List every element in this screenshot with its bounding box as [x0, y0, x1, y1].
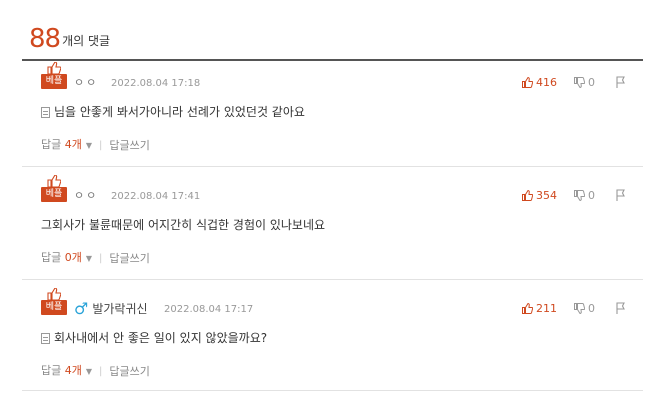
- reply-toggle[interactable]: 답글 0개 ▼: [41, 251, 92, 266]
- reply-toggle[interactable]: 답글 4개 ▼: [41, 138, 92, 153]
- thumbs-down-icon: [574, 77, 585, 88]
- comment-footer: 답글 4개 ▼ | 답글쓰기: [41, 364, 150, 379]
- write-reply-link[interactable]: 답글쓰기: [109, 139, 149, 153]
- comment-text-row: 그회사가 불륜때문에 어지간히 식겁한 경험이 있나보네요: [41, 217, 325, 233]
- report-icon[interactable]: [615, 301, 627, 315]
- thumbs-up-icon: [47, 288, 61, 300]
- reply-count: 0개: [64, 251, 82, 264]
- like-count: 416: [536, 76, 557, 89]
- comment-author: 발가락귀신: [92, 302, 148, 316]
- comment-date: 2022.08.04 17:18: [111, 78, 201, 89]
- thumbs-up-icon: [522, 77, 533, 88]
- comment-date: 2022.08.04 17:41: [111, 191, 201, 202]
- comment-divider: [22, 390, 643, 391]
- best-label: 베플: [41, 74, 67, 89]
- comment-author-block[interactable]: ♂ 발가락귀신: [74, 299, 148, 318]
- comment-item: 베플 ㅇㅇ 2022.08.04 17:18 416 0 님을 안좋게 봐서가아…: [22, 62, 643, 168]
- header-divider: [22, 59, 643, 61]
- comment-count-suffix: 개의 댓글: [62, 34, 111, 48]
- reply-count: 4개: [64, 364, 82, 377]
- caret-down-icon: ▼: [85, 141, 93, 150]
- comment-count: 88: [29, 24, 61, 54]
- divider: |: [99, 139, 103, 151]
- best-comment-badge: 베플: [41, 62, 67, 90]
- reply-toggle[interactable]: 답글 4개 ▼: [41, 364, 92, 379]
- dislike-count: 0: [588, 189, 595, 202]
- like-button[interactable]: 211: [522, 302, 557, 315]
- best-comment-badge: 베플: [41, 175, 67, 203]
- comment-divider: [22, 166, 643, 167]
- dislike-count: 0: [588, 76, 595, 89]
- male-icon: ♂: [74, 299, 89, 318]
- divider: |: [99, 252, 103, 264]
- caret-down-icon: ▼: [85, 254, 93, 263]
- comment-text: 회사내에서 안 좋은 일이 있지 않았을까요?: [54, 331, 268, 345]
- comment-date: 2022.08.04 17:17: [164, 304, 254, 315]
- comment-author[interactable]: ㅇㅇ: [74, 189, 98, 203]
- comment-author[interactable]: ㅇㅇ: [74, 76, 98, 90]
- reply-label: 답글: [41, 364, 62, 377]
- write-reply-link[interactable]: 답글쓰기: [109, 252, 149, 266]
- thumbs-up-icon: [522, 303, 533, 314]
- thumbs-up-icon: [47, 175, 61, 187]
- report-icon[interactable]: [615, 188, 627, 202]
- comment-item: 베플 ㅇㅇ 2022.08.04 17:41 354 0 그회사가 불륜때문에 …: [22, 175, 643, 281]
- dislike-count: 0: [588, 302, 595, 315]
- dislike-button[interactable]: 0: [574, 302, 595, 315]
- comment-divider: [22, 279, 643, 280]
- dislike-button[interactable]: 0: [574, 189, 595, 202]
- thumbs-up-icon: [522, 190, 533, 201]
- like-button[interactable]: 416: [522, 76, 557, 89]
- comment-text-row: 회사내에서 안 좋은 일이 있지 않았을까요?: [41, 330, 267, 346]
- like-button[interactable]: 354: [522, 189, 557, 202]
- comment-text-row: 님을 안좋게 봐서가아니라 선례가 있었던것 같아요: [41, 104, 305, 120]
- comment-count-header: 88 개의 댓글: [29, 22, 110, 52]
- reply-count: 4개: [64, 138, 82, 151]
- comment-footer: 답글 4개 ▼ | 답글쓰기: [41, 138, 150, 153]
- reply-label: 답글: [41, 138, 62, 151]
- thumbs-down-icon: [574, 190, 585, 201]
- comment-text: 그회사가 불륜때문에 어지간히 식겁한 경험이 있나보네요: [41, 218, 326, 232]
- thumbs-down-icon: [574, 303, 585, 314]
- best-label: 베플: [41, 300, 67, 315]
- report-icon[interactable]: [615, 75, 627, 89]
- comment-item: 베플 ♂ 발가락귀신 2022.08.04 17:17 211 0 회사내에서 …: [22, 288, 643, 394]
- best-label: 베플: [41, 187, 67, 202]
- write-reply-link[interactable]: 답글쓰기: [109, 365, 149, 379]
- best-comment-badge: 베플: [41, 288, 67, 316]
- divider: |: [99, 365, 103, 377]
- comment-footer: 답글 0개 ▼ | 답글쓰기: [41, 251, 150, 266]
- memo-icon: [41, 106, 50, 118]
- memo-icon: [41, 332, 50, 344]
- like-count: 211: [536, 302, 557, 315]
- caret-down-icon: ▼: [85, 367, 93, 376]
- like-count: 354: [536, 189, 557, 202]
- comment-text: 님을 안좋게 봐서가아니라 선례가 있었던것 같아요: [54, 105, 305, 119]
- reply-label: 답글: [41, 251, 62, 264]
- dislike-button[interactable]: 0: [574, 76, 595, 89]
- thumbs-up-icon: [47, 62, 61, 74]
